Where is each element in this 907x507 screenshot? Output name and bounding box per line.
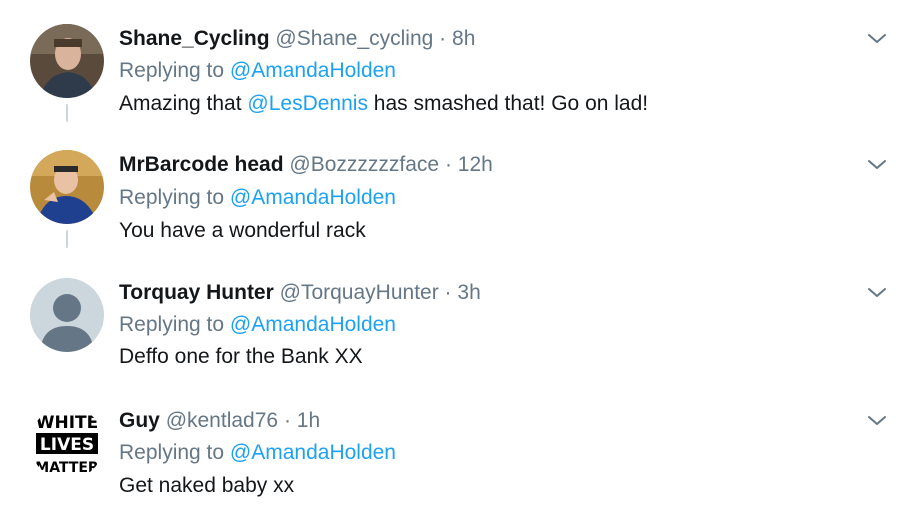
- user-photo-avatar-icon: [30, 24, 104, 98]
- avatar[interactable]: [30, 24, 104, 98]
- avatar-text-line: WHITE: [36, 413, 99, 433]
- mention-link[interactable]: @LesDennis: [247, 92, 368, 115]
- replying-to-label: Replying to: [119, 313, 225, 336]
- chevron-down-icon[interactable]: [866, 32, 888, 46]
- separator-dot: ·: [444, 153, 452, 176]
- timestamp[interactable]: 1h: [297, 409, 320, 432]
- separator-dot: ·: [444, 281, 452, 304]
- timestamp[interactable]: 8h: [452, 27, 475, 50]
- thread-line: [66, 104, 68, 122]
- tweet-item[interactable]: WHITE LIVES MATTER Guy @kentlad76 · 1h R…: [0, 390, 907, 507]
- chevron-down-icon[interactable]: [866, 414, 888, 428]
- avatar-text-line: MATTER: [35, 460, 99, 476]
- replying-to-link[interactable]: @AmandaHolden: [230, 59, 396, 82]
- tweet-text: Amazing that @LesDennis has smashed that…: [119, 91, 648, 117]
- separator-dot: ·: [439, 27, 447, 50]
- timestamp[interactable]: 12h: [458, 153, 493, 176]
- tweet-header: MrBarcode head @Bozzzzzzface · 12h: [119, 152, 493, 178]
- user-handle[interactable]: @kentlad76: [166, 409, 278, 432]
- display-name[interactable]: Torquay Hunter: [119, 281, 274, 304]
- replying-to-link[interactable]: @AmandaHolden: [230, 441, 396, 464]
- replying-to: Replying to @AmandaHolden: [119, 312, 396, 338]
- user-photo-avatar-icon: [30, 150, 104, 224]
- avatar[interactable]: [30, 150, 104, 224]
- tweet-item[interactable]: Torquay Hunter @TorquayHunter · 3h Reply…: [0, 260, 907, 390]
- replying-to-link[interactable]: @AmandaHolden: [230, 186, 396, 209]
- tweet-item[interactable]: MrBarcode head @Bozzzzzzface · 12h Reply…: [0, 130, 907, 260]
- user-handle[interactable]: @Shane_cycling: [275, 27, 433, 50]
- tweet-text: Deffo one for the Bank XX: [119, 345, 363, 368]
- replying-to: Replying to @AmandaHolden: [119, 440, 396, 466]
- tweet-header: Guy @kentlad76 · 1h: [119, 408, 320, 434]
- separator-dot: ·: [283, 409, 291, 432]
- tweet-text: You have a wonderful rack: [119, 219, 366, 242]
- avatar[interactable]: [30, 278, 104, 352]
- tweet-header: Shane_Cycling @Shane_cycling · 8h: [119, 26, 475, 52]
- replying-to-label: Replying to: [119, 441, 225, 464]
- replying-to-label: Replying to: [119, 59, 225, 82]
- display-name[interactable]: Shane_Cycling: [119, 27, 270, 50]
- tweet-header: Torquay Hunter @TorquayHunter · 3h: [119, 280, 481, 306]
- avatar-text-line: LIVES: [40, 435, 94, 455]
- replying-to: Replying to @AmandaHolden: [119, 58, 396, 84]
- chevron-down-icon[interactable]: [866, 286, 888, 300]
- tweet-text: Get naked baby xx: [119, 474, 295, 497]
- thread-line: [66, 230, 68, 248]
- avatar[interactable]: WHITE LIVES MATTER: [30, 406, 104, 480]
- user-handle[interactable]: @TorquayHunter: [280, 281, 439, 304]
- timestamp[interactable]: 3h: [457, 281, 480, 304]
- display-name[interactable]: Guy: [119, 409, 160, 432]
- replying-to-label: Replying to: [119, 186, 225, 209]
- chevron-down-icon[interactable]: [866, 158, 888, 172]
- tweet-item[interactable]: Shane_Cycling @Shane_cycling · 8h Replyi…: [0, 0, 907, 130]
- tweet-text-part: has smashed that! Go on lad!: [367, 92, 649, 115]
- display-name[interactable]: MrBarcode head: [119, 153, 284, 176]
- replying-to: Replying to @AmandaHolden: [119, 185, 396, 211]
- tweet-text-part: Amazing that: [119, 92, 248, 115]
- default-profile-avatar-icon: [30, 278, 104, 352]
- text-logo-avatar-icon: WHITE LIVES MATTER: [30, 406, 104, 480]
- user-handle[interactable]: @Bozzzzzzface: [289, 153, 439, 176]
- replying-to-link[interactable]: @AmandaHolden: [230, 313, 396, 336]
